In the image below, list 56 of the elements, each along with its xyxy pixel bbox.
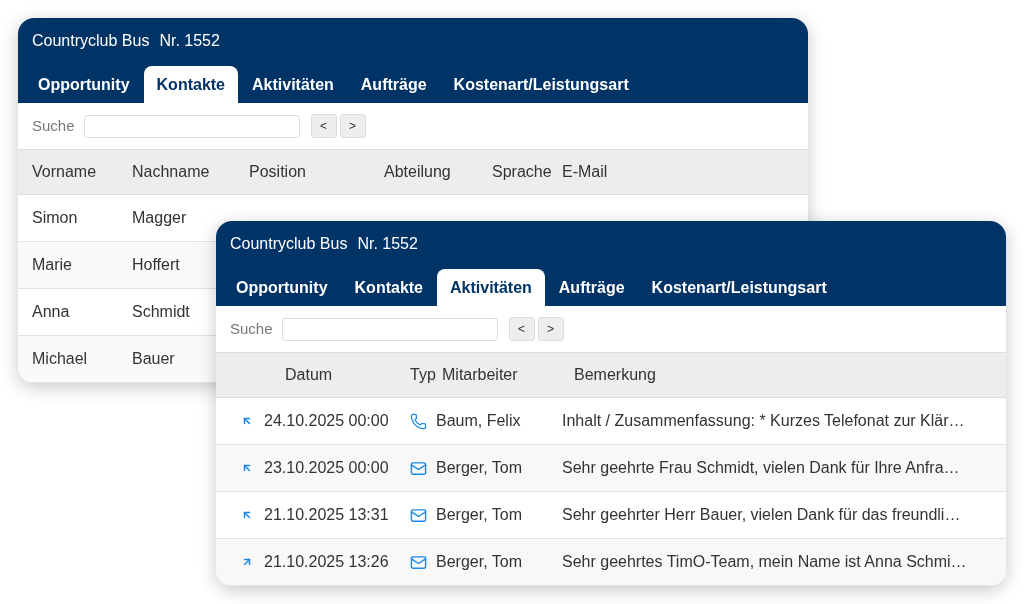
column-header: Position — [249, 163, 306, 180]
tab[interactable]: Kontakte — [341, 269, 436, 306]
employee-cell: Baum, Felix — [436, 412, 521, 429]
date-cell: 21.10.2025 13:26 — [264, 553, 389, 570]
table-cell: Bauer — [132, 350, 175, 367]
employee-cell: Berger, Tom — [436, 553, 522, 570]
date-cell: 23.10.2025 00:00 — [264, 459, 389, 476]
tab[interactable]: Kostenart/Leistungsart — [440, 66, 642, 103]
table-cell: Michael — [32, 350, 88, 367]
mail-icon — [410, 459, 427, 477]
record-number: Nr. 1552 — [357, 233, 418, 254]
remark-cell: Sehr geehrtes TimO-Team, mein Name ist Anna Schmi… — [562, 553, 967, 570]
column-header: Mitarbeiter — [442, 366, 518, 383]
tab[interactable]: Opportunity — [223, 269, 341, 306]
tab[interactable]: Aktivitäten — [239, 66, 347, 103]
record-number: Nr. 1552 — [159, 30, 220, 51]
column-header: Bemerkung — [574, 366, 656, 383]
tab[interactable]: Aufträge — [347, 66, 440, 103]
next-button[interactable]: > — [339, 114, 366, 138]
date-cell: 24.10.2025 00:00 — [264, 412, 389, 429]
column-header: Nachname — [132, 163, 210, 180]
tab[interactable]: Kontakte — [143, 66, 238, 103]
tab[interactable]: Kostenart/Leistungsart — [638, 269, 840, 306]
table-cell: Hoffert — [132, 256, 180, 273]
remark-cell: Inhalt / Zusammenfassung: * Kurzes Telefonat zur Klär… — [562, 412, 965, 429]
column-header: Vorname — [32, 163, 97, 180]
tab[interactable]: Aufträge — [545, 269, 638, 306]
column-header: Abteilung — [384, 163, 451, 180]
employee-cell: Berger, Tom — [436, 459, 522, 476]
search-field[interactable] — [281, 317, 498, 341]
window-title: Countryclub Bus — [32, 30, 150, 51]
mail-icon — [410, 506, 427, 524]
previous-button[interactable]: < — [310, 114, 337, 138]
table-cell: Anna — [32, 303, 70, 320]
previous-button[interactable]: < — [508, 317, 535, 341]
table-cell: Marie — [32, 256, 72, 273]
search-field[interactable] — [83, 114, 300, 138]
tab[interactable]: Opportunity — [25, 66, 143, 103]
date-cell: 21.10.2025 13:31 — [264, 506, 389, 523]
table-cell: Magger — [132, 209, 187, 226]
tab[interactable]: Aktivitäten — [437, 269, 545, 306]
table-cell: Schmidt — [132, 303, 190, 320]
column-header: E-Mail — [562, 163, 608, 180]
remark-cell: Sehr geehrter Herr Bauer, vielen Dank für das freundli… — [562, 506, 961, 523]
employee-cell: Berger, Tom — [436, 506, 522, 523]
column-header: Datum — [285, 366, 333, 383]
mail-icon — [410, 553, 427, 571]
next-button[interactable]: > — [537, 317, 564, 341]
search-label: Suche — [230, 318, 273, 339]
window-title: Countryclub Bus — [230, 233, 348, 254]
column-header: Sprache — [492, 163, 552, 180]
phone-icon — [410, 412, 427, 430]
search-label: Suche — [32, 115, 75, 136]
table-cell: Simon — [32, 209, 78, 226]
column-header: Typ — [410, 366, 436, 383]
remark-cell: Sehr geehrte Frau Schmidt, vielen Dank für Ihre Anfra… — [562, 459, 960, 476]
